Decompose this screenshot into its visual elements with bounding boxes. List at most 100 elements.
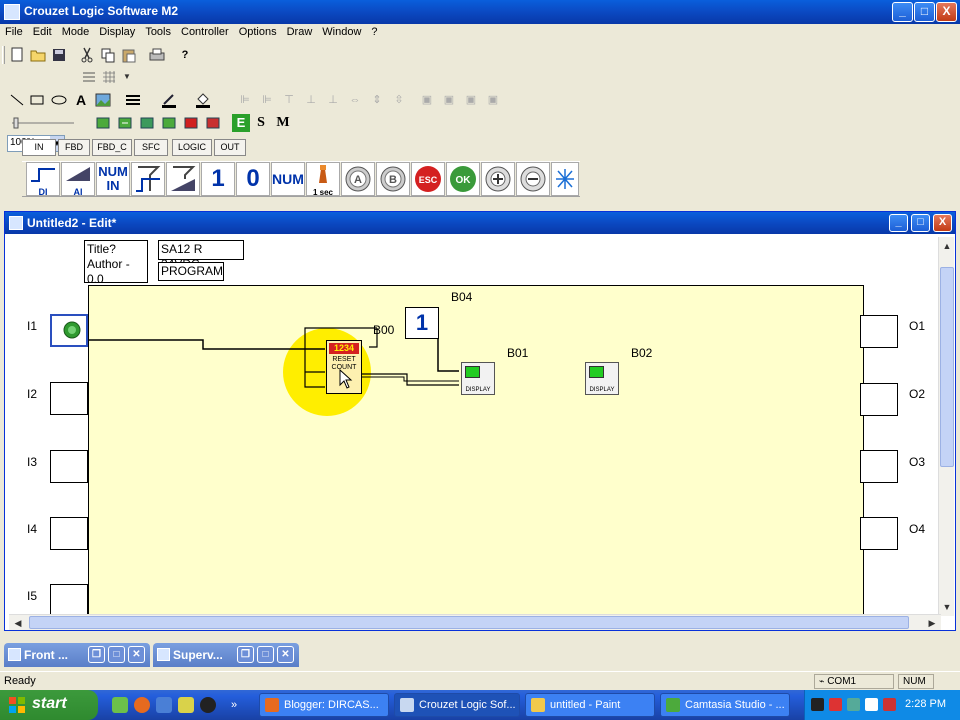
vertical-scroll-thumb[interactable] bbox=[940, 267, 954, 467]
one-second-clock-icon[interactable]: 1 sec bbox=[306, 162, 340, 197]
align-left-icon[interactable]: ⊫ bbox=[236, 91, 254, 109]
quicklaunch-app-icon[interactable] bbox=[112, 697, 128, 713]
close-icon[interactable]: ✕ bbox=[277, 646, 294, 663]
menu-help[interactable]: ? bbox=[366, 24, 382, 38]
quicklaunch-more-icon[interactable]: » bbox=[226, 697, 242, 713]
close-icon[interactable]: ✕ bbox=[128, 646, 145, 663]
wire-b04-to-b01[interactable] bbox=[437, 327, 459, 372]
line-tool-icon[interactable] bbox=[8, 91, 26, 109]
tab-out[interactable]: OUT bbox=[214, 139, 246, 156]
group-icon[interactable]: ▣ bbox=[418, 91, 436, 109]
transfer-icon[interactable] bbox=[116, 114, 134, 132]
new-file-icon[interactable] bbox=[8, 46, 26, 64]
distribute-icon[interactable]: ⇔ bbox=[346, 91, 364, 109]
constant-block-b04[interactable]: 1 bbox=[405, 307, 439, 339]
menu-draw[interactable]: Draw bbox=[282, 24, 318, 38]
menu-mode[interactable]: Mode bbox=[57, 24, 95, 38]
pen-color-icon[interactable] bbox=[160, 91, 178, 109]
monitoring-mode-button[interactable]: M bbox=[274, 114, 292, 132]
align-middle-icon[interactable]: ⊥ bbox=[302, 91, 320, 109]
scroll-right-icon[interactable]: ▶ bbox=[925, 616, 939, 630]
vertical-scrollbar[interactable]: ▲ ▼ bbox=[938, 237, 954, 616]
run-icon[interactable] bbox=[160, 114, 178, 132]
send-back-icon[interactable]: ▣ bbox=[484, 91, 502, 109]
tab-sfc[interactable]: SFC bbox=[134, 139, 168, 156]
display-block-b02[interactable]: DISPLAY bbox=[585, 362, 619, 395]
align-bottom-icon[interactable]: ⊥ bbox=[324, 91, 342, 109]
tab-fbd-c[interactable]: FBD_C bbox=[92, 139, 132, 156]
tray-app-icon[interactable] bbox=[811, 698, 824, 711]
counter-block-b00[interactable]: 1234 RESET COUNT bbox=[326, 340, 362, 394]
tray-alert-icon[interactable] bbox=[829, 698, 842, 711]
line-width-icon[interactable] bbox=[124, 91, 142, 109]
grid-dots-icon[interactable] bbox=[100, 68, 118, 86]
maximize-icon[interactable]: □ bbox=[257, 646, 274, 663]
button-b-icon[interactable]: B bbox=[376, 162, 410, 196]
chevron-down-icon[interactable]: ▼ bbox=[118, 68, 136, 86]
editor-maximize-button[interactable]: □ bbox=[911, 214, 930, 232]
quicklaunch-folder-icon[interactable] bbox=[178, 697, 194, 713]
display-block-b01[interactable]: DISPLAY bbox=[461, 362, 495, 395]
start-button[interactable]: start bbox=[0, 690, 98, 720]
plus-button-icon[interactable] bbox=[481, 162, 515, 196]
constant-one-icon[interactable]: 1 bbox=[201, 162, 235, 196]
tray-volume-icon[interactable] bbox=[865, 698, 878, 711]
task-crouzet[interactable]: Crouzet Logic Sof... bbox=[394, 693, 520, 717]
text-tool-icon[interactable]: A bbox=[72, 91, 90, 109]
copy-icon[interactable] bbox=[99, 46, 117, 64]
menu-options[interactable]: Options bbox=[234, 24, 282, 38]
same-size-icon[interactable]: ⇳ bbox=[390, 91, 408, 109]
menu-window[interactable]: Window bbox=[317, 24, 366, 38]
grid-lines-icon[interactable] bbox=[80, 68, 98, 86]
help-icon[interactable]: ? bbox=[176, 46, 194, 64]
esc-button-icon[interactable]: ESC bbox=[411, 162, 445, 196]
print-icon[interactable] bbox=[148, 46, 166, 64]
numeric-input-icon[interactable]: NUM IN bbox=[96, 162, 130, 196]
digital-input-icon[interactable]: DI bbox=[26, 162, 60, 197]
media-player-icon[interactable] bbox=[200, 697, 216, 713]
horizontal-scrollbar[interactable]: ◀ ▶ bbox=[9, 614, 941, 630]
open-folder-icon[interactable] bbox=[29, 46, 47, 64]
restore-icon[interactable]: ❐ bbox=[237, 646, 254, 663]
distribute-vertical-icon[interactable]: ⇕ bbox=[368, 91, 386, 109]
compile-icon[interactable] bbox=[94, 114, 112, 132]
quicklaunch-browser-icon[interactable] bbox=[156, 697, 172, 713]
scroll-left-icon[interactable]: ◀ bbox=[11, 616, 25, 630]
wire-i1-to-b00[interactable] bbox=[89, 339, 325, 350]
paste-icon[interactable] bbox=[120, 46, 138, 64]
minimize-button[interactable]: _ bbox=[892, 2, 913, 22]
align-center-icon[interactable]: ⊫ bbox=[258, 91, 276, 109]
constant-zero-icon[interactable]: 0 bbox=[236, 162, 270, 196]
task-paint[interactable]: untitled - Paint bbox=[525, 693, 655, 717]
status-light-icon[interactable] bbox=[551, 162, 579, 196]
minimized-front-window[interactable]: Front ... ❐ □ ✕ bbox=[4, 643, 150, 667]
filter-analog-icon[interactable] bbox=[166, 162, 200, 196]
restore-icon[interactable]: ❐ bbox=[88, 646, 105, 663]
close-button[interactable]: X bbox=[936, 2, 957, 22]
image-tool-icon[interactable] bbox=[94, 91, 112, 109]
bring-front-icon[interactable]: ▣ bbox=[462, 91, 480, 109]
firefox-icon[interactable] bbox=[134, 697, 150, 713]
pause-icon[interactable] bbox=[204, 114, 222, 132]
cut-icon[interactable] bbox=[78, 46, 96, 64]
rectangle-tool-icon[interactable] bbox=[28, 91, 46, 109]
ok-button-icon[interactable]: OK bbox=[446, 162, 480, 196]
fbd-canvas[interactable]: Title? Author - 0.0 SA12 R 24VDC PROGRAM… bbox=[9, 237, 941, 616]
task-blogger[interactable]: Blogger: DIRCAS... bbox=[259, 693, 389, 717]
scroll-up-icon[interactable]: ▲ bbox=[940, 239, 954, 253]
edit-mode-button[interactable]: E bbox=[232, 114, 250, 132]
tab-logic[interactable]: LOGIC bbox=[172, 139, 212, 156]
filter-digital-icon[interactable] bbox=[131, 162, 165, 196]
button-a-icon[interactable]: A bbox=[341, 162, 375, 196]
tab-fbd[interactable]: FBD bbox=[58, 139, 90, 156]
editor-close-button[interactable]: X bbox=[933, 214, 952, 232]
tray-network-icon[interactable] bbox=[847, 698, 860, 711]
fill-color-icon[interactable] bbox=[194, 91, 212, 109]
task-camtasia[interactable]: Camtasia Studio - ... bbox=[660, 693, 790, 717]
ellipse-tool-icon[interactable] bbox=[50, 91, 68, 109]
scroll-down-icon[interactable]: ▼ bbox=[940, 600, 954, 614]
menu-controller[interactable]: Controller bbox=[176, 24, 234, 38]
minus-button-icon[interactable] bbox=[516, 162, 550, 196]
numeric-constant-icon[interactable]: NUM bbox=[271, 162, 305, 196]
save-icon[interactable] bbox=[50, 46, 68, 64]
